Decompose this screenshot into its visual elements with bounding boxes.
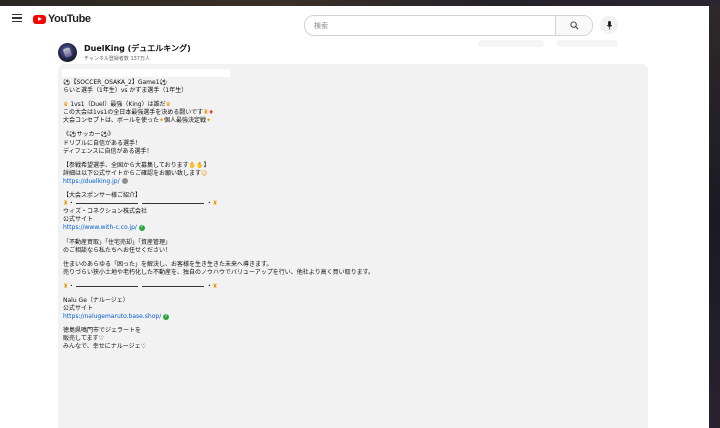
logo-text: YouTube [48,13,91,25]
gelato-line-3: みんなで、幸せにナルージェ♡ [63,343,147,351]
crown-icon: ♛ [63,101,69,109]
defense-line: ディフェンスに自信がある選手！ [63,147,153,155]
action-button-placeholder[interactable] [556,40,618,47]
recruit-heading: 【参戦希望選手、全国から大募集しております [63,161,189,169]
clap-icon: ✋✋ [188,161,204,169]
action-button-placeholder[interactable] [478,40,544,47]
realestate-line-1: 「不動産買取」「住宅売却」「資産管理」 [63,238,172,246]
official-site-label: 公式サイト [63,216,94,224]
intro-line-2b: 個人最強決定戦 [164,117,207,125]
divider [76,203,139,205]
gelato-line-2: 販売してます♡ [63,335,104,343]
sparkle-icon: ✦ [206,117,212,125]
desktop-background-edge [709,6,720,428]
soccer-ball-icon: ⚽ [159,79,168,86]
menu-icon[interactable] [12,14,22,23]
realestate-line-4: 売りづらい狭小土地や老朽化した不動産を、独自のノウハウでバリューアップを行い、他… [63,268,375,276]
dribble-line: ドリブルに自信がある選手！ [63,139,142,147]
sponsor2-link[interactable]: https://nalugemaruto.base.shop/ [63,313,161,320]
link-icon [121,178,128,185]
sponsor-heading: 【大会スポンサー様ご紹介】 [63,192,142,200]
soccer-ball-icon: ⚽ [100,131,108,139]
smile-icon: ☺ [201,169,208,177]
title-line: 【SOCCER_OSAKA_2】Game1 [70,79,160,86]
verified-icon: ✓ [163,313,170,320]
description-text: ⚽【SOCCER_OSAKA_2】Game1⚽ らいと選手（1年生）vs かずま… [63,79,375,351]
description-header-blank [62,69,230,77]
search-box [304,15,593,36]
mic-icon [606,20,612,30]
crown-icon: ♛ [165,101,172,109]
verified-icon: ✓ [138,224,145,231]
intro-line-1: この大会は1vs1の全日本最強選手を決める闘いです [63,109,204,117]
search-icon [569,21,578,30]
gelato-line-1: 徳島県鳴門市でジェラートを [63,327,142,335]
soccer-heading: サッカー [76,131,101,139]
soccer-ball-icon: ⚽ [69,131,77,139]
divider [142,203,205,205]
official-site-link[interactable]: https://duelking.jp/ [63,178,120,185]
intro-line-2a: 大会コンセプトは、ボールを使った [63,117,160,125]
trophy-icon: ♜ [212,282,218,290]
official-site-label: 公式サイト [63,305,94,313]
sponsor1-name: ウィズ・コネクション株式会社 [63,208,148,216]
details-line: 詳細は以下公式サイトからご確認をお願い致します [63,169,202,177]
trophy-icon: ♜ [212,200,218,208]
trophy-icon: ♜ [63,282,69,290]
youtube-logo-icon [33,14,46,24]
fire-icon: ♦ [208,109,214,117]
youtube-logo[interactable]: YouTube [33,13,91,25]
divider [142,285,205,287]
divider [76,285,139,287]
trophy-icon: ♜ [63,200,69,208]
subscriber-count: チャンネル登録者数 137万人 [84,56,150,62]
realestate-line-2: のご相談なら私たちへお任せください！ [63,246,172,254]
search-button[interactable] [555,16,592,35]
search-input[interactable] [305,16,555,35]
sponsor2-name: Nalu Ge（ナルージェ） [63,296,129,304]
sponsor1-link[interactable]: https://www.with-c.co.jp/ [63,224,137,231]
channel-avatar[interactable] [58,43,77,62]
realestate-line-3: 住まいのあらゆる「困った」を解決し、お客様を生き生きた未来へ導きます。 [63,260,273,268]
masthead: YouTube [0,6,709,36]
channel-name[interactable]: DuelKing (デュエルキング) [84,43,191,54]
voice-search-button[interactable] [600,16,618,34]
players-line: らいと選手（1年生）vs かずま選手（1年生） [63,87,188,95]
king-line: 1vs1（Duel）最強（King）は誰だ [70,101,166,109]
